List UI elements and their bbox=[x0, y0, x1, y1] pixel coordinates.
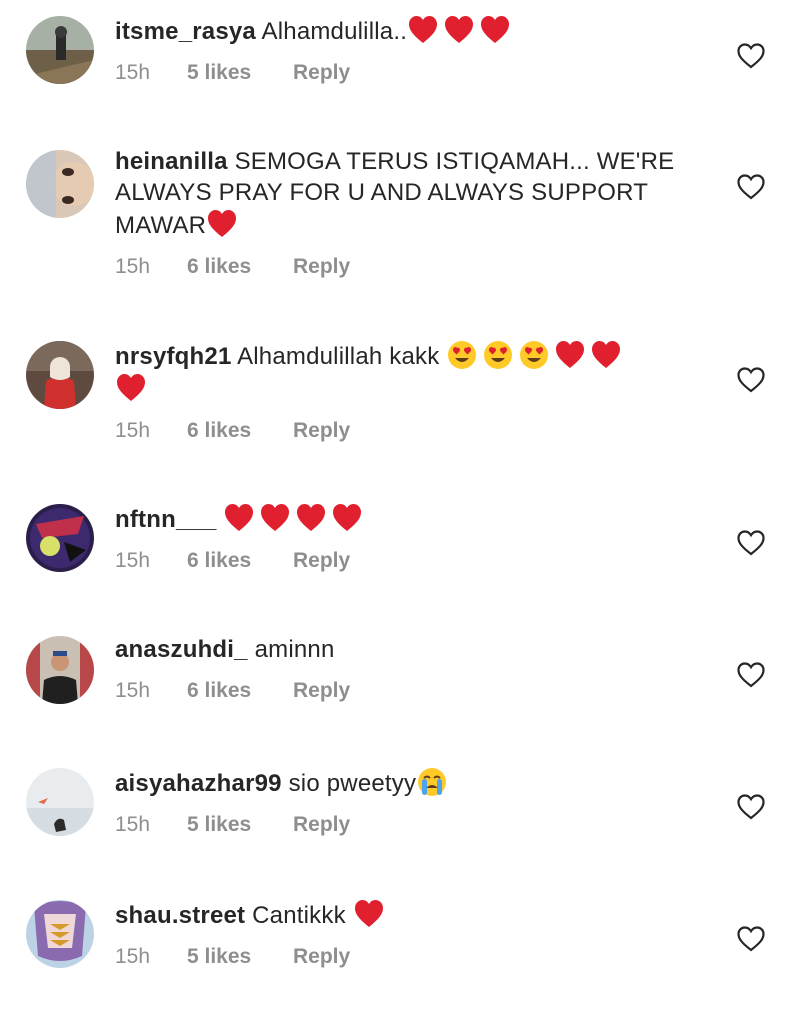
red-heart-emoji bbox=[259, 502, 291, 534]
avatar[interactable] bbox=[26, 900, 94, 968]
comment-meta: 15h 6 likes Reply bbox=[115, 255, 675, 279]
heart-eyes-emoji bbox=[482, 339, 514, 371]
like-heart-icon[interactable] bbox=[737, 926, 765, 952]
comment-text: anaszuhdi_ aminnn bbox=[115, 634, 675, 665]
heart-eyes-emoji bbox=[446, 339, 478, 371]
comment-message: aminnn bbox=[254, 636, 335, 663]
reply-button[interactable]: Reply bbox=[293, 419, 350, 443]
reply-button[interactable]: Reply bbox=[293, 255, 350, 279]
red-heart-emoji bbox=[443, 14, 475, 46]
comment-username[interactable]: shau.street bbox=[115, 902, 245, 929]
red-heart-emoji bbox=[479, 14, 511, 46]
comment-message: Cantikkk bbox=[252, 902, 346, 929]
comment-username[interactable]: heinanilla bbox=[115, 148, 228, 175]
comment-text: heinanilla SEMOGA TERUS ISTIQAMAH... WE'… bbox=[115, 146, 675, 241]
comment-time: 15h bbox=[115, 945, 151, 968]
crying-face-emoji bbox=[416, 766, 448, 798]
comment-time: 15h bbox=[115, 549, 151, 572]
comment-message: Alhamdulillah kakk bbox=[237, 343, 440, 370]
like-heart-icon[interactable] bbox=[737, 174, 765, 200]
like-heart-icon[interactable] bbox=[737, 662, 765, 688]
comment-username[interactable]: nrsyfqh21 bbox=[115, 343, 232, 370]
avatar[interactable] bbox=[26, 341, 94, 409]
comment-username[interactable]: anaszuhdi_ bbox=[115, 636, 248, 663]
comment-meta: 15h 6 likes Reply bbox=[115, 419, 675, 443]
comment-meta: 15h 5 likes Reply bbox=[115, 61, 675, 85]
comment-message: sio pweetyy bbox=[288, 770, 417, 797]
heart-eyes-emoji bbox=[518, 339, 550, 371]
like-heart-icon[interactable] bbox=[737, 794, 765, 820]
reply-button[interactable]: Reply bbox=[293, 61, 350, 85]
reply-button[interactable]: Reply bbox=[293, 549, 350, 573]
comment-meta: 15h 6 likes Reply bbox=[115, 549, 675, 573]
red-heart-emoji bbox=[590, 339, 622, 371]
red-heart-emoji bbox=[407, 14, 439, 46]
comment-meta: 15h 6 likes Reply bbox=[115, 679, 675, 703]
comment-likes[interactable]: 5 likes bbox=[187, 61, 293, 85]
reply-button[interactable]: Reply bbox=[293, 679, 350, 703]
avatar[interactable] bbox=[26, 16, 94, 84]
like-heart-icon[interactable] bbox=[737, 43, 765, 69]
comment-text: shau.street Cantikkk bbox=[115, 898, 675, 931]
comment-text: nrsyfqh21 Alhamdulillah kakk bbox=[115, 339, 675, 405]
red-heart-emoji bbox=[206, 208, 238, 240]
like-heart-icon[interactable] bbox=[737, 367, 765, 393]
comment-likes[interactable]: 5 likes bbox=[187, 945, 293, 969]
red-heart-emoji bbox=[115, 372, 147, 404]
red-heart-emoji bbox=[554, 339, 586, 371]
comment-text: itsme_rasya Alhamdulilla.. bbox=[115, 14, 675, 47]
avatar[interactable] bbox=[26, 150, 94, 218]
comment-text: aisyahazhar99 sio pweetyy bbox=[115, 766, 675, 799]
comment-time: 15h bbox=[115, 255, 151, 278]
comment-likes[interactable]: 6 likes bbox=[187, 419, 293, 443]
comment-meta: 15h 5 likes Reply bbox=[115, 813, 675, 837]
red-heart-emoji bbox=[223, 502, 255, 534]
red-heart-emoji bbox=[353, 898, 385, 930]
comment-time: 15h bbox=[115, 813, 151, 836]
comment-username[interactable]: aisyahazhar99 bbox=[115, 770, 282, 797]
comment-time: 15h bbox=[115, 61, 151, 84]
like-heart-icon[interactable] bbox=[737, 530, 765, 556]
comment-time: 15h bbox=[115, 679, 151, 702]
comment-meta: 15h 5 likes Reply bbox=[115, 945, 675, 969]
comment-likes[interactable]: 5 likes bbox=[187, 813, 293, 837]
comment-likes[interactable]: 6 likes bbox=[187, 549, 293, 573]
comment-username[interactable]: itsme_rasya bbox=[115, 18, 256, 45]
comment-time: 15h bbox=[115, 419, 151, 442]
avatar[interactable] bbox=[26, 636, 94, 704]
comment-username[interactable]: nftnn___ bbox=[115, 506, 217, 533]
comment-text: nftnn___ bbox=[115, 502, 675, 535]
red-heart-emoji bbox=[295, 502, 327, 534]
comment-message: Alhamdulilla.. bbox=[261, 18, 408, 45]
comment-likes[interactable]: 6 likes bbox=[187, 679, 293, 703]
reply-button[interactable]: Reply bbox=[293, 813, 350, 837]
comment-likes[interactable]: 6 likes bbox=[187, 255, 293, 279]
red-heart-emoji bbox=[331, 502, 363, 534]
reply-button[interactable]: Reply bbox=[293, 945, 350, 969]
avatar[interactable] bbox=[26, 504, 94, 572]
avatar[interactable] bbox=[26, 768, 94, 836]
